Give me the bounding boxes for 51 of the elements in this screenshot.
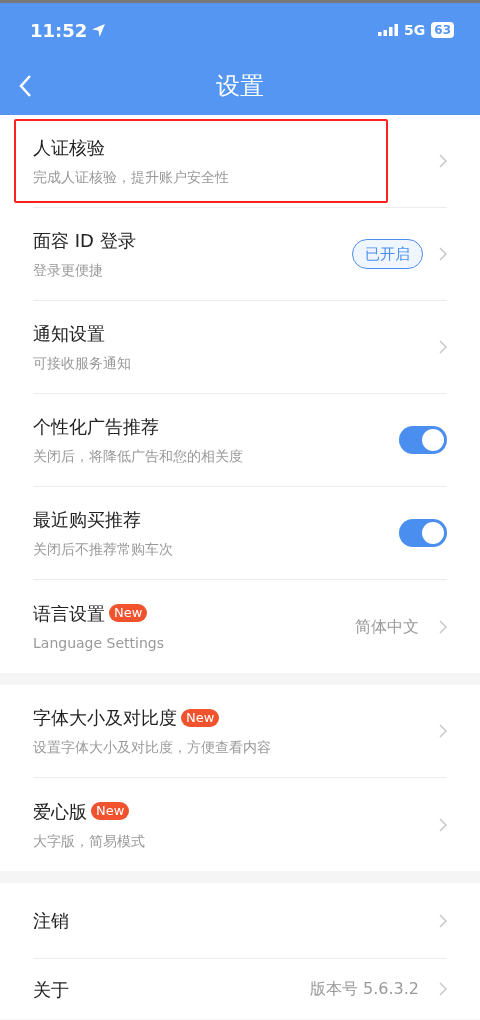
battery-indicator: 63 <box>431 22 454 38</box>
row-subtitle: 关闭后，将降低广告和您的相关度 <box>33 447 243 466</box>
back-icon[interactable] <box>18 74 32 98</box>
settings-row[interactable]: 字体大小及对比度 New 设置字体大小及对比度，方便查看内容 <box>33 685 447 778</box>
status-pill: 已开启 <box>352 238 423 270</box>
row-subtitle: 可接收服务通知 <box>33 354 131 373</box>
toggle-switch[interactable] <box>399 426 447 454</box>
value-text: 版本号 5.6.3.2 <box>309 978 419 1000</box>
settings-row[interactable]: 个性化广告推荐 关闭后，将降低广告和您的相关度 <box>33 394 447 487</box>
location-icon <box>91 22 107 38</box>
row-subtitle: Language Settings <box>33 633 164 653</box>
toggle-switch[interactable] <box>399 519 447 547</box>
chevron-icon <box>439 817 447 832</box>
row-title: 人证核验 <box>33 136 105 160</box>
chevron-icon <box>439 724 447 738</box>
new-tag: New <box>181 708 220 727</box>
row-title: 字体大小及对比度 <box>33 706 177 730</box>
row-subtitle: 登录更便捷 <box>33 261 104 280</box>
row-title: 最近购买推荐 <box>33 508 141 532</box>
new-tag: New <box>109 604 148 622</box>
row-title: 个性化广告推荐 <box>33 415 159 439</box>
chevron-icon <box>439 247 447 261</box>
status-time: 11:52 <box>30 18 88 43</box>
row-subtitle: 设置字体大小及对比度，方便查看内容 <box>33 738 271 757</box>
settings-row[interactable]: 关于 版本号 5.6.3.2 <box>33 959 447 1019</box>
settings-row[interactable]: 爱心版 New 大字版，简易模式 <box>33 778 447 871</box>
settings-row[interactable]: 语言设置 New Language Settings 简体中文 <box>33 580 447 673</box>
signal-icon <box>378 24 399 36</box>
settings-row[interactable]: 最近购买推荐 关闭后不推荐常购车次 <box>33 487 447 580</box>
chevron-icon <box>439 340 447 354</box>
row-subtitle: 大字版，简易模式 <box>33 831 145 851</box>
value-text: 简体中文 <box>355 615 419 638</box>
row-title: 爱心版 <box>33 799 87 824</box>
settings-row[interactable]: 注销 <box>33 883 447 959</box>
row-subtitle: 完成人证核验，提升账户安全性 <box>33 168 229 187</box>
settings-row[interactable]: 通知设置 可接收服务通知 <box>33 301 447 394</box>
chevron-icon <box>439 982 447 996</box>
row-title: 面容 ID 登录 <box>33 229 136 253</box>
row-subtitle: 关闭后不推荐常购车次 <box>33 540 173 559</box>
chevron-icon <box>439 619 447 634</box>
row-title: 语言设置 <box>33 601 105 626</box>
chevron-icon <box>439 913 447 928</box>
chevron-icon <box>439 154 447 168</box>
settings-row[interactable]: 面容 ID 登录 登录更便捷 已开启 <box>33 208 447 301</box>
row-title: 注销 <box>33 909 69 933</box>
settings-row[interactable]: 人证核验 完成人证核验，提升账户安全性 <box>33 115 447 208</box>
network-label: 5G <box>404 20 426 40</box>
row-title: 关于 <box>33 977 69 1002</box>
page-title: 设置 <box>216 71 264 102</box>
new-tag: New <box>91 802 130 820</box>
row-title: 通知设置 <box>33 322 105 346</box>
